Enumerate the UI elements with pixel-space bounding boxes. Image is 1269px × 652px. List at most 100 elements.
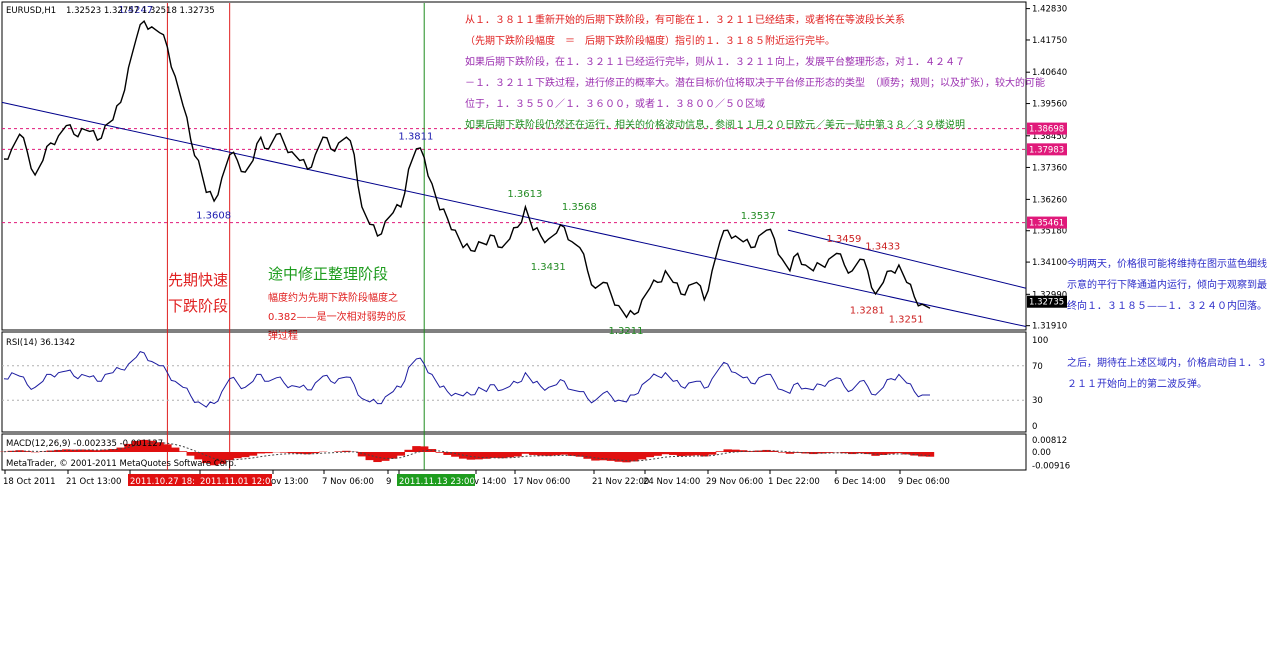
price-annotation: 1.3568 [562,202,597,213]
macd-bar [280,452,288,453]
time-tick-label: v 14:00 [474,477,506,487]
macd-bar [887,452,895,454]
macd-bar [692,452,700,455]
price-annotation: 1.3537 [741,211,776,222]
macd-bar [257,452,265,453]
macd-bar [545,452,553,456]
price-annotation: 1.3613 [507,189,542,200]
macd-bar [677,452,685,456]
rsi-tick-label: 0 [1032,422,1037,432]
time-tick-label: 1 Dec 22:00 [768,477,820,487]
macd-bar [653,452,661,456]
macd-bar [661,452,669,454]
price-tick-label: 1.37360 [1032,163,1067,173]
macd-bar [646,452,654,457]
macd-bar [685,452,693,456]
time-axis: 18 Oct 2011 21 Oct 13:00 2011.10.27 18: 201… [3,470,950,487]
time-tick-label: 9 [386,477,391,487]
macd-bar [521,452,529,454]
price-annotation: 1.3459 [826,234,861,245]
copyright-label: MetaTrader, © 2001-2011 MetaQuotes Softw… [6,459,236,469]
price-tag-label: 1.32735 [1029,298,1064,308]
macd-tick-label: 0.00 [1032,448,1051,458]
time-tick-label: 7 Nov 06:00 [322,477,374,487]
macd-bar [474,452,482,459]
macd-bar [311,452,319,453]
side-note-2: 之后，期待在上述区域内，价格启动自１．３２１１开始向上的第二波反弹。 [1067,353,1267,395]
macd-tick-label: -0.00916 [1032,462,1070,472]
macd-bar [513,452,521,456]
macd-bar [778,452,786,453]
time-tick-label: 2011.11.01 12:00 [200,477,276,487]
note-line-6: 如果后期下跌阶段仍然还在运行，相关的价格波动信息，参阅１１月２０日欧元／美元一贴… [465,115,965,136]
macd-bar [179,451,187,452]
price-tick-label: 1.31910 [1032,322,1067,332]
note-line-4: －１．３２１１下跌过程，进行修正的概率大。潜在目标价位将取决于平台修正形态的类型… [465,73,1045,94]
macd-bar [498,452,506,458]
phase2-desc-line3: 弹过程 [268,329,298,342]
price-axis: 1.428301.417501.406401.395601.384501.373… [1026,5,1067,332]
macd-bar [537,452,545,456]
time-tick-label: 21 Oct 13:00 [66,477,121,487]
macd-bar [490,452,498,458]
symbol-label: EURUSD,H1 [6,6,56,16]
macd-bar [389,452,397,459]
price-annotation: 1.3281 [850,306,885,317]
macd-bar [397,452,405,456]
price-tag-label: 1.35461 [1029,219,1064,229]
phase1-line1: 先期快速 [168,271,228,289]
macd-bar [436,452,444,453]
time-tick-label: ov 13:00 [271,477,308,487]
macd-bar [187,452,195,456]
note-line-5: 位于，１．３５５０／１．３６００，或者１．３８００／５０区域 [465,94,765,115]
price-tick-label: 1.39560 [1032,100,1067,110]
rsi-tick-label: 100 [1032,336,1048,346]
macd-tick-label: 0.00812 [1032,436,1067,446]
time-tick-label: 18 Oct 2011 [3,477,56,487]
rsi-tick-label: 70 [1032,362,1043,372]
note-line-1: 从１．３８１１重新开始的后期下跌阶段，有可能在１．３２１１已经结束，或者将在等波… [465,10,905,31]
phase1-line2: 下跌阶段 [168,297,228,315]
macd-bar [638,452,646,459]
price-tick-label: 1.34100 [1032,258,1067,268]
macd-bar [404,450,412,452]
time-tick-label: 2011.10.27 18: [130,477,195,487]
macd-bar [506,452,514,457]
macd-bar [723,449,731,452]
macd-bar [583,452,591,459]
rsi-tick-label: 30 [1032,396,1043,406]
macd-bar [249,452,257,456]
macd-bar [241,452,249,457]
macd-bar [288,452,296,453]
price-tick-label: 1.41750 [1032,36,1067,46]
macd-bar [708,452,716,455]
price-tag-label: 1.38698 [1029,125,1064,135]
time-tick-label: 17 Nov 06:00 [513,477,570,487]
macd-bar [373,452,381,462]
macd-bar [926,452,934,457]
note-line-3: 如果后期下跌阶段，在１．３２１１已经运行完毕，则从１．３２１１向上，发展平台整理… [465,52,965,73]
price-tick-label: 1.42830 [1032,5,1067,15]
macd-title: MACD(12,26,9) -0.002335 -0.001127 [6,439,163,449]
macd-bar [716,451,724,452]
chart-window: 1.42471.36081.38111.36131.35681.34311.32… [0,0,1269,648]
macd-bar [467,452,475,460]
time-tick-label: 6 Dec 14:00 [834,477,886,487]
time-tick-label: 29 Nov 06:00 [706,477,763,487]
ohlc-label: 1.32523 1.32757 1.32518 1.32735 [66,6,215,16]
side-note-1: 今明两天，价格很可能将维持在图示蓝色细线示意的平行下降通道内运行，倾向于观察到最… [1067,254,1267,317]
macd-bar [591,452,599,461]
time-tick-label: 9 Dec 06:00 [898,477,950,487]
time-tick-label: 2011.11.13 23:00 [399,477,475,487]
macd-bar [163,444,171,452]
macd-bar [552,452,560,455]
phase2-desc-line1: 幅度约为先期下跌阶段幅度之 [268,291,398,304]
price-annotation: 1.3431 [531,262,566,273]
price-tag-label: 1.37983 [1029,145,1064,155]
rsi-title: RSI(14) 36.1342 [6,338,75,348]
price-annotation: 1.3608 [196,211,231,222]
macd-bar [529,452,537,455]
time-tick-label: 24 Nov 14:00 [643,477,700,487]
macd-bar [233,452,241,458]
macd-bar [630,452,638,461]
